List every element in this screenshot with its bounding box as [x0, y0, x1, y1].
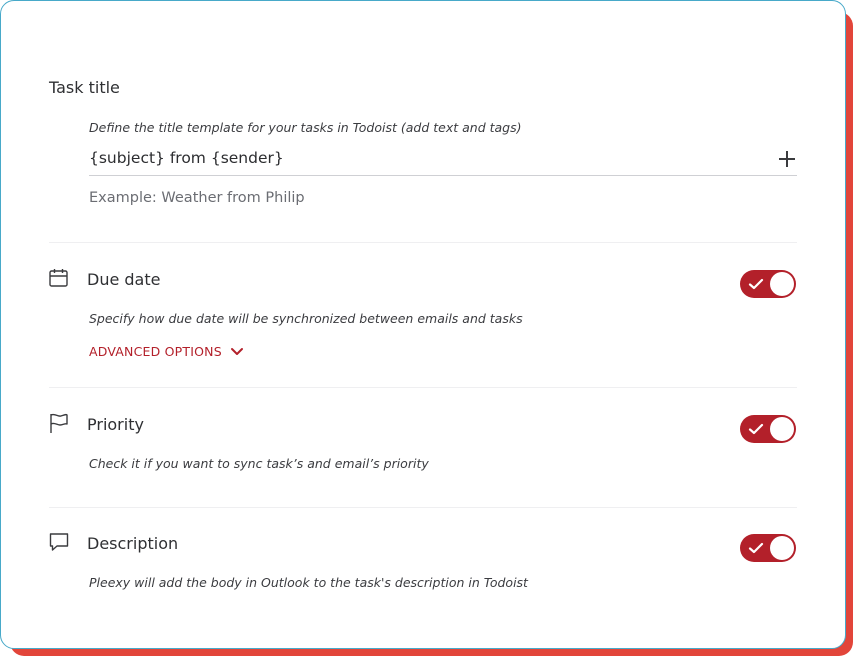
- title-template-value[interactable]: {subject} from {sender}: [89, 149, 284, 167]
- task-title-heading: Task title: [49, 78, 120, 97]
- task-title-hint: Define the title template for your tasks…: [89, 120, 522, 135]
- description-hint: Pleexy will add the body in Outlook to t…: [89, 575, 528, 590]
- settings-panel: Task title Define the title template for…: [0, 0, 855, 658]
- plus-icon[interactable]: [777, 149, 797, 169]
- advanced-options-label[interactable]: ADVANCED OPTIONS: [89, 344, 222, 359]
- comment-icon: [48, 531, 70, 553]
- priority-toggle[interactable]: [740, 415, 796, 443]
- check-icon: [748, 542, 764, 554]
- calendar-icon: [48, 267, 70, 289]
- due-date-toggle[interactable]: [740, 270, 796, 298]
- advanced-options-link[interactable]: ADVANCED OPTIONS: [89, 344, 244, 359]
- due-date-heading: Due date: [87, 270, 161, 289]
- divider: [49, 387, 797, 388]
- description-heading: Description: [87, 534, 179, 553]
- priority-heading: Priority: [87, 415, 144, 434]
- priority-hint: Check it if you want to sync task’s and …: [89, 456, 429, 471]
- toggle-knob: [770, 417, 794, 441]
- title-template-input[interactable]: {subject} from {sender}: [89, 147, 797, 176]
- settings-card: Task title Define the title template for…: [0, 0, 846, 649]
- flag-icon: [48, 412, 70, 434]
- toggle-knob: [770, 272, 794, 296]
- check-icon: [748, 278, 764, 290]
- title-example: Example: Weather from Philip: [89, 190, 305, 206]
- divider: [49, 507, 797, 508]
- chevron-down-icon[interactable]: [230, 347, 244, 357]
- toggle-knob: [770, 536, 794, 560]
- check-icon: [748, 423, 764, 435]
- description-toggle[interactable]: [740, 534, 796, 562]
- divider: [49, 242, 797, 243]
- due-date-hint: Specify how due date will be synchronize…: [89, 311, 523, 326]
